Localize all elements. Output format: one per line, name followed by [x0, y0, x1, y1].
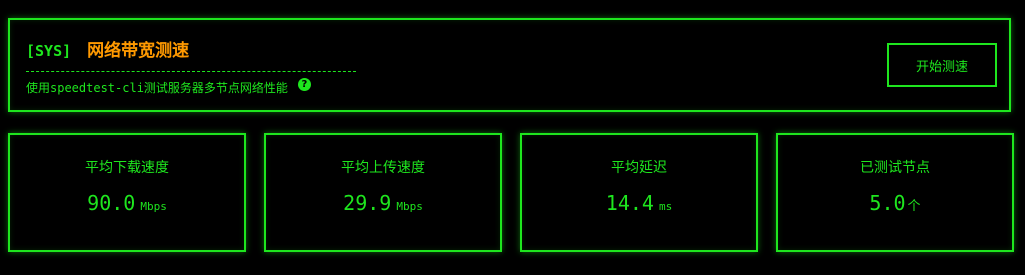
sys-tag: [SYS]: [26, 42, 72, 60]
subtitle-row: 使用speedtest-cli测试服务器多节点网络性能 ?: [26, 78, 311, 96]
stat-label: 平均延迟: [611, 160, 667, 176]
stat-unit: ms: [658, 200, 673, 213]
question-circle-icon[interactable]: ?: [297, 78, 311, 91]
stat-card-nodes: 已测试节点 5.0 个: [776, 133, 1014, 252]
stat-label: 平均下载速度: [85, 160, 169, 176]
stat-card-download: 平均下载速度 90.0 Mbps: [8, 133, 246, 252]
stat-unit: Mbps: [140, 200, 167, 213]
start-speedtest-button[interactable]: 开始测速: [887, 43, 997, 87]
stat-value: 90.0: [87, 191, 136, 215]
stat-value: 5.0: [869, 191, 906, 215]
stat-card-latency: 平均延迟 14.4 ms: [520, 133, 758, 252]
stat-value-row: 14.4 ms: [522, 191, 756, 215]
stat-label: 平均上传速度: [341, 160, 425, 176]
stat-label: 已测试节点: [860, 160, 930, 176]
page-subtitle: 使用speedtest-cli测试服务器多节点网络性能: [26, 81, 288, 95]
stat-unit: Mbps: [396, 200, 423, 213]
title-divider: [26, 71, 356, 72]
stat-value: 29.9: [343, 191, 392, 215]
stat-value-row: 29.9 Mbps: [266, 191, 500, 215]
stat-value-row: 5.0 个: [778, 191, 1012, 215]
stat-card-upload: 平均上传速度 29.9 Mbps: [264, 133, 502, 252]
page-title: 网络带宽测速: [87, 41, 190, 61]
stat-value: 14.4: [605, 191, 654, 215]
stat-value-row: 90.0 Mbps: [10, 191, 244, 215]
title-row: [SYS] 网络带宽测速: [26, 36, 189, 61]
stat-unit: 个: [907, 199, 921, 214]
header-panel: [SYS] 网络带宽测速 使用speedtest-cli测试服务器多节点网络性能…: [8, 18, 1011, 112]
speedtest-page: [SYS] 网络带宽测速 使用speedtest-cli测试服务器多节点网络性能…: [0, 0, 1025, 275]
